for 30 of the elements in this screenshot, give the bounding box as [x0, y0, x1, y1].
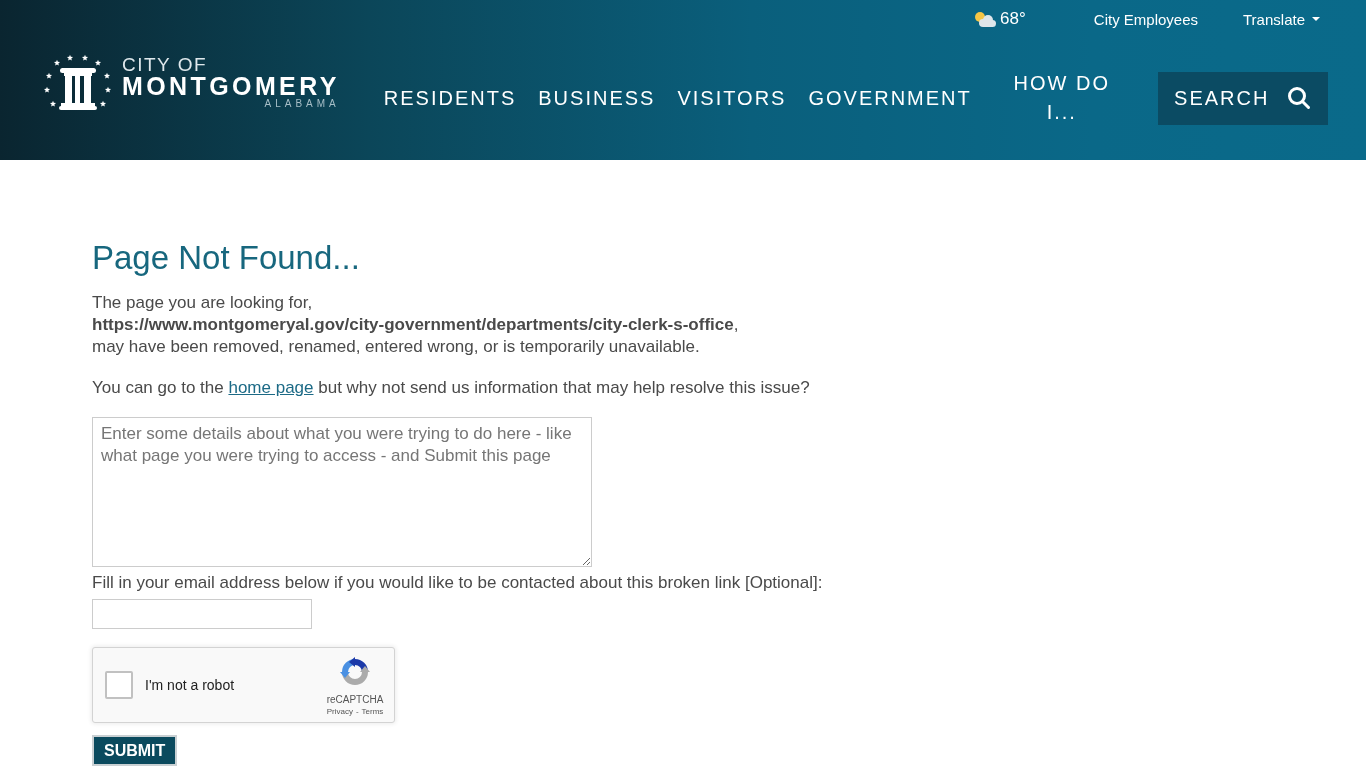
- nav-link[interactable]: HOW DO I...: [993, 69, 1130, 127]
- error-message: The page you are looking for, https://www.montgomeryal.gov/city-government/departments/city-clerk-s-office, may have been removed, renamed, entered wrong, or is temporarily unavailable.: [92, 292, 740, 358]
- nav-link[interactable]: VISITORS: [677, 83, 787, 113]
- search-button[interactable]: SEARCH: [1157, 71, 1328, 125]
- caret-icon: [1312, 17, 1320, 21]
- home-page-link[interactable]: home page: [228, 378, 314, 397]
- nav-link[interactable]: RESIDENTS: [383, 83, 517, 113]
- captcha-brand-text: reCAPTCHA: [326, 693, 384, 706]
- temperature-text: 68°: [1000, 9, 1026, 29]
- nav-link[interactable]: GOVERNMENT: [808, 83, 972, 113]
- nav-link[interactable]: BUSINESS: [538, 83, 656, 113]
- utility-link[interactable]: City Employees: [1093, 10, 1198, 28]
- captcha-label: I'm not a robot: [145, 677, 236, 693]
- sun-behind-cloud-icon: [972, 10, 997, 28]
- search-icon: [1287, 86, 1312, 110]
- details-field[interactable]: Enter some details about what you were trying to do here - like what page you were trying to access - and Submit this page: [92, 417, 592, 567]
- submit-button[interactable]: SUBMIT: [92, 735, 178, 766]
- circular-arrows-icon: [339, 655, 371, 688]
- city-name-text: MONTGOMERY: [122, 73, 340, 98]
- captcha-checkbox[interactable]: [105, 671, 133, 699]
- email-field[interactable]: [92, 599, 312, 629]
- state-name-text: ALABAMA: [264, 97, 340, 109]
- help-text: You can go to the home page but why not send us information that may help resolve this issue?: [92, 377, 811, 399]
- email-label: Fill in your email address below if you would like to be contacted about this broken link [Optional]:: [92, 572, 824, 594]
- city-of-text: CITY OF: [122, 55, 209, 74]
- separator-text: -: [355, 705, 359, 717]
- page-title: Page Not Found...: [92, 238, 361, 278]
- captcha-link[interactable]: Terms: [361, 705, 384, 717]
- translate-dropdown[interactable]: Translate: [1243, 10, 1320, 28]
- captcha-link[interactable]: Privacy: [326, 705, 353, 717]
